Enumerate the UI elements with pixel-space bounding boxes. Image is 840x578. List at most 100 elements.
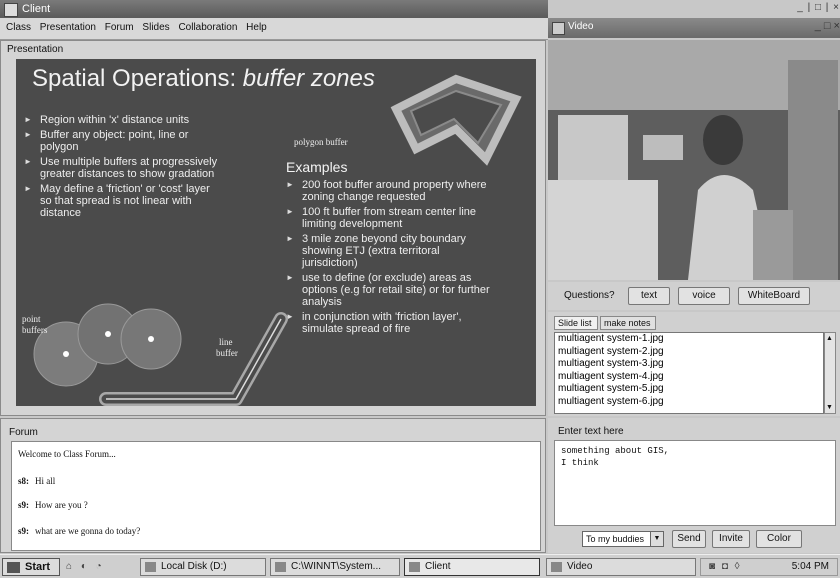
presentation-label: Presentation bbox=[7, 44, 64, 55]
whiteboard-button[interactable]: WhiteBoard bbox=[738, 287, 810, 305]
invite-button[interactable]: Invite bbox=[712, 530, 750, 548]
line-label-2: buffer bbox=[216, 348, 238, 358]
text-question-button[interactable]: text bbox=[628, 287, 670, 305]
list-item[interactable]: multiagent system-4.jpg bbox=[555, 371, 823, 384]
app-icon bbox=[4, 3, 18, 17]
app-icon bbox=[409, 562, 420, 572]
task-label: Local Disk (D:) bbox=[161, 561, 227, 572]
slide-title: Spatial Operations: buffer zones bbox=[32, 65, 375, 93]
console-icon bbox=[275, 562, 286, 572]
bullet: 200 foot buffer around property where zo… bbox=[286, 179, 496, 203]
quick-launch-icons[interactable]: ⌂ ◐ ◔ bbox=[66, 561, 126, 573]
video-title: Video bbox=[568, 21, 594, 32]
left-bullet-list: Region within 'x' distance units Buffer … bbox=[24, 114, 224, 222]
video-icon bbox=[551, 562, 562, 572]
enter-text-label: Enter text here bbox=[558, 426, 624, 437]
bullet: Region within 'x' distance units bbox=[24, 114, 224, 126]
tab-make-notes[interactable]: make notes bbox=[600, 316, 656, 330]
forum-label: Forum bbox=[9, 427, 38, 438]
tab-slide-list[interactable]: Slide list bbox=[554, 316, 598, 330]
bullet: use to define (or exclude) areas as opti… bbox=[286, 272, 496, 308]
forum-message-user: s9: bbox=[18, 526, 29, 536]
forum-message: s9: How are you ? bbox=[18, 500, 88, 510]
voice-question-button[interactable]: voice bbox=[678, 287, 730, 305]
point-label-1: point bbox=[22, 314, 41, 324]
send-button[interactable]: Send bbox=[672, 530, 706, 548]
list-item[interactable]: multiagent system-6.jpg bbox=[555, 396, 823, 409]
slide-list-panel: Slide list make notes multiagent system-… bbox=[548, 312, 840, 416]
system-tray: ◙ ◘ ◊ 5:04 PM bbox=[700, 558, 838, 576]
start-button[interactable]: Start bbox=[2, 558, 60, 576]
task-video[interactable]: Video bbox=[546, 558, 696, 576]
enter-text-panel: Enter text here something about GIS, I t… bbox=[548, 418, 840, 553]
menu-collaboration[interactable]: Collaboration bbox=[175, 18, 240, 33]
polygon-buffer-label: polygon buffer bbox=[294, 137, 348, 147]
questions-bar: Questions? text voice WhiteBoard bbox=[548, 282, 840, 310]
task-winnt[interactable]: C:\WINNT\System... bbox=[270, 558, 400, 576]
video-window-controls[interactable]: _ □ × bbox=[790, 20, 840, 36]
menu-forum[interactable]: Forum bbox=[102, 18, 137, 33]
forum-message-text: How are you ? bbox=[35, 500, 88, 510]
forum-messages[interactable]: Welcome to Class Forum... s8: Hi all s9: H… bbox=[11, 441, 541, 551]
scroll-up-icon[interactable]: ▲ bbox=[826, 335, 833, 342]
recipient-value: To my buddies bbox=[586, 534, 645, 544]
line-buffer-figure bbox=[99, 312, 288, 406]
bullet: May define a 'friction' or 'cost' layer … bbox=[24, 183, 224, 219]
tray-icons[interactable]: ◙ ◘ ◊ bbox=[709, 559, 742, 575]
slide-view: Spatial Operations: buffer zones Region … bbox=[16, 59, 536, 406]
chevron-down-icon[interactable]: ▼ bbox=[650, 532, 663, 546]
task-client[interactable]: Client bbox=[404, 558, 540, 576]
task-label: Client bbox=[425, 561, 451, 572]
folder-icon bbox=[145, 562, 156, 572]
list-item[interactable]: multiagent system-5.jpg bbox=[555, 383, 823, 396]
bullet: 3 mile zone beyond city boundary showing… bbox=[286, 233, 496, 269]
task-label: Video bbox=[567, 561, 593, 572]
menu-slides[interactable]: Slides bbox=[139, 18, 172, 33]
forum-message-text: Hi all bbox=[35, 476, 56, 486]
forum-message-text: Welcome to Class Forum... bbox=[18, 449, 116, 459]
slide-list-scrollbar[interactable]: ▲ ▼ bbox=[824, 332, 836, 414]
forum-message: s8: Hi all bbox=[18, 476, 55, 486]
bullet: in conjunction with 'friction layer', si… bbox=[286, 311, 496, 335]
right-bullet-list: 200 foot buffer around property where zo… bbox=[286, 179, 496, 338]
window-controls[interactable]: _ | □ | × bbox=[790, 2, 840, 16]
menu-help[interactable]: Help bbox=[243, 18, 270, 33]
slide-list[interactable]: multiagent system-1.jpg multiagent syste… bbox=[554, 332, 824, 414]
forum-message: s9: what are we gonna do today? bbox=[18, 526, 140, 536]
client-titlebar[interactable]: Client bbox=[0, 0, 548, 18]
video-feed bbox=[548, 40, 840, 280]
task-label: C:\WINNT\System... bbox=[291, 561, 381, 572]
polygon-buffer-figure bbox=[390, 74, 522, 166]
menu-bar: Class Presentation Forum Slides Collabor… bbox=[0, 18, 548, 40]
slide-title-main: Spatial Operations: bbox=[32, 65, 243, 92]
windows-logo-icon bbox=[7, 562, 20, 573]
window-title: Client bbox=[22, 3, 51, 15]
bullet: Buffer any object: point, line or polygo… bbox=[24, 129, 224, 153]
video-image bbox=[548, 40, 840, 280]
list-item[interactable]: multiagent system-1.jpg bbox=[555, 333, 823, 346]
bullet: Use multiple buffers at progressively gr… bbox=[24, 156, 224, 180]
point-label-2: buffers bbox=[22, 325, 48, 335]
forum-message: Welcome to Class Forum... bbox=[18, 449, 116, 459]
forum-message-user: s8: bbox=[18, 476, 29, 486]
presentation-panel: Presentation Spatial Operations: buffer … bbox=[0, 40, 546, 416]
recipient-select[interactable]: To my buddies ▼ bbox=[582, 531, 664, 547]
forum-panel: Forum Welcome to Class Forum... s8: Hi al… bbox=[0, 418, 546, 553]
list-item[interactable]: multiagent system-2.jpg bbox=[555, 346, 823, 359]
menu-class[interactable]: Class bbox=[0, 18, 34, 33]
message-input[interactable]: something about GIS, I think bbox=[554, 440, 836, 526]
menu-presentation[interactable]: Presentation bbox=[37, 18, 99, 33]
start-label: Start bbox=[25, 561, 51, 573]
list-item[interactable]: multiagent system-3.jpg bbox=[555, 358, 823, 371]
slide-title-italic: buffer zones bbox=[242, 65, 375, 92]
video-app-icon bbox=[552, 22, 565, 35]
clock[interactable]: 5:04 PM bbox=[792, 559, 829, 575]
line-label-1: line bbox=[219, 337, 233, 347]
scroll-down-icon[interactable]: ▼ bbox=[826, 404, 833, 411]
examples-heading: Examples bbox=[286, 159, 348, 175]
task-local-disk[interactable]: Local Disk (D:) bbox=[140, 558, 266, 576]
forum-message-user: s9: bbox=[18, 500, 29, 510]
taskbar: Start ⌂ ◐ ◔ Local Disk (D:) C:\WINNT\Sys… bbox=[0, 554, 840, 578]
questions-label: Questions? bbox=[564, 290, 615, 301]
color-button[interactable]: Color bbox=[756, 530, 802, 548]
